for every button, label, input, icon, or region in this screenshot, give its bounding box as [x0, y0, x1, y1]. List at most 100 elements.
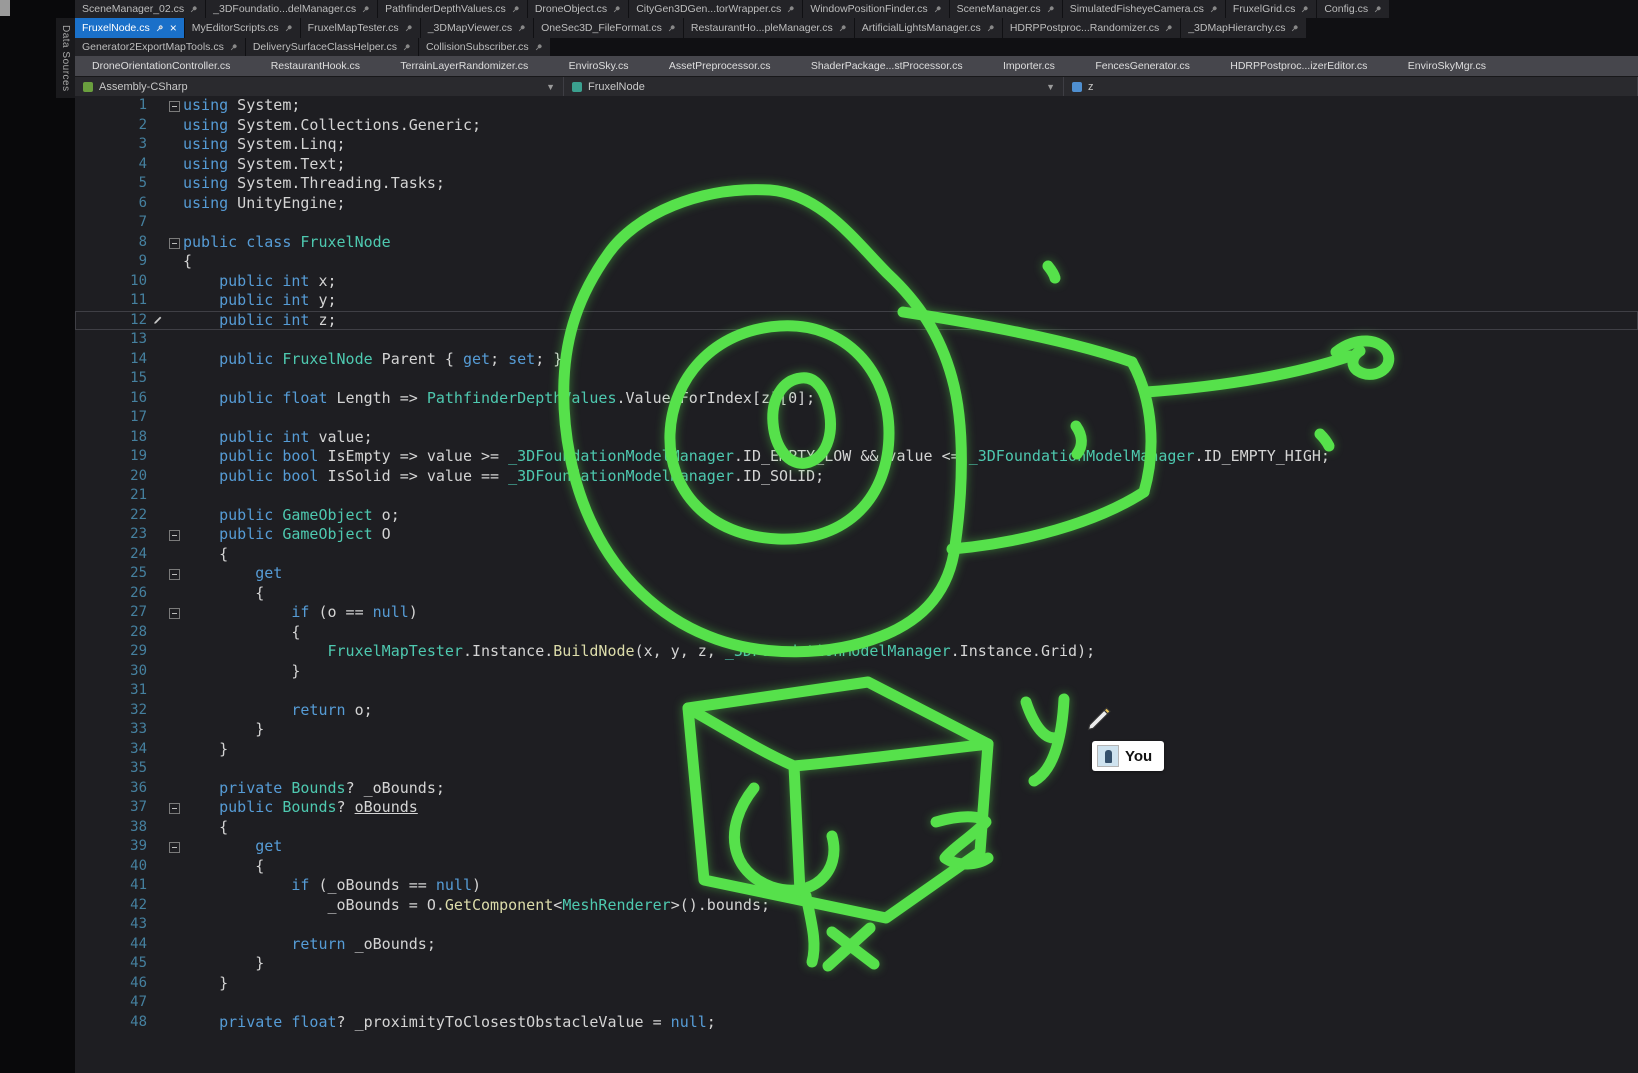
code-line[interactable]: 48 private float? _proximityToClosestObs…	[75, 1013, 1638, 1033]
pin-icon[interactable]	[612, 5, 621, 14]
code-line[interactable]: 21	[75, 486, 1638, 506]
code-line[interactable]: 42 _oBounds = O.GetComponent<MeshRendere…	[75, 896, 1638, 916]
project-dropdown[interactable]: Assembly-CSharp ▼	[75, 77, 564, 96]
tab-scenemanager-02-cs[interactable]: SceneManager_02.cs	[75, 0, 205, 18]
pin-icon[interactable]	[511, 5, 520, 14]
code-line[interactable]: 38 {	[75, 818, 1638, 838]
pin-icon[interactable]	[404, 24, 413, 33]
tab-envirosky-cs[interactable]: EnviroSky.cs	[562, 56, 636, 76]
tab-fencesgenerator-cs[interactable]: FencesGenerator.cs	[1088, 56, 1197, 76]
tab-fruxelnode-cs[interactable]: FruxelNode.cs×	[75, 18, 184, 38]
code-line[interactable]: 24 {	[75, 545, 1638, 565]
code-line[interactable]: 5using System.Threading.Tasks;	[75, 174, 1638, 194]
tab-generator2exportmaptools-cs[interactable]: Generator2ExportMapTools.cs	[75, 38, 245, 56]
tab-droneorientationcontroller-cs[interactable]: DroneOrientationController.cs	[85, 56, 237, 76]
code-line[interactable]: 29 FruxelMapTester.Instance.BuildNode(x,…	[75, 642, 1638, 662]
code-line[interactable]: 26 {	[75, 584, 1638, 604]
type-dropdown[interactable]: FruxelNode ▼	[564, 77, 1064, 96]
code-line[interactable]: 25 get	[75, 564, 1638, 584]
pin-icon[interactable]	[284, 24, 293, 33]
code-line[interactable]: 28 {	[75, 623, 1638, 643]
chevron-down-icon[interactable]: ▼	[546, 82, 555, 92]
code-line[interactable]: 4using System.Text;	[75, 155, 1638, 175]
fold-marker[interactable]	[167, 603, 183, 623]
fold-marker[interactable]	[167, 525, 183, 545]
code-line[interactable]: 7	[75, 213, 1638, 233]
tab-importer-cs[interactable]: Importer.cs	[996, 56, 1062, 76]
code-line[interactable]: 43	[75, 915, 1638, 935]
member-dropdown[interactable]: z	[1064, 77, 1638, 96]
code-line[interactable]: 11 public int y;	[75, 291, 1638, 311]
tab-deliverysurfaceclasshelper-cs[interactable]: DeliverySurfaceClassHelper.cs	[246, 38, 418, 56]
pin-icon[interactable]	[361, 5, 370, 14]
fold-marker[interactable]	[167, 798, 183, 818]
code-line[interactable]: 19 public bool IsEmpty => value >= _3DFo…	[75, 447, 1638, 467]
pin-icon[interactable]	[517, 24, 526, 33]
pin-icon[interactable]	[1373, 5, 1382, 14]
tab-onesec3d-fileformat-cs[interactable]: OneSec3D_FileFormat.cs	[534, 18, 683, 38]
code-line[interactable]: 8public class FruxelNode	[75, 233, 1638, 253]
fold-marker[interactable]	[167, 233, 183, 253]
code-line[interactable]: 46 }	[75, 974, 1638, 994]
code-line[interactable]: 13	[75, 330, 1638, 350]
fold-marker[interactable]	[167, 837, 183, 857]
pin-icon[interactable]	[1290, 24, 1299, 33]
code-line[interactable]: 47	[75, 993, 1638, 1013]
code-line[interactable]: 18 public int value;	[75, 428, 1638, 448]
code-line[interactable]: 33 }	[75, 720, 1638, 740]
tab-myeditorscripts-cs[interactable]: MyEditorScripts.cs	[185, 18, 300, 38]
tab-hdrppostproc-randomizer-cs[interactable]: HDRPPostproc...Randomizer.cs	[1003, 18, 1180, 38]
pin-icon[interactable]	[1046, 5, 1055, 14]
code-line[interactable]: 35	[75, 759, 1638, 779]
code-line[interactable]: 15	[75, 369, 1638, 389]
tab-enviroskymgr-cs[interactable]: EnviroSkyMgr.cs	[1401, 56, 1493, 76]
code-line[interactable]: 22 public GameObject o;	[75, 506, 1638, 526]
code-line[interactable]: 45 }	[75, 954, 1638, 974]
tab-windowpositionfinder-cs[interactable]: WindowPositionFinder.cs	[803, 0, 948, 18]
code-line[interactable]: 36 private Bounds? _oBounds;	[75, 779, 1638, 799]
code-editor[interactable]: 1using System;2using System.Collections.…	[75, 96, 1638, 1073]
code-line[interactable]: 37 public Bounds? oBounds	[75, 798, 1638, 818]
pin-icon[interactable]	[189, 5, 198, 14]
tab-fruxelmaptester-cs[interactable]: FruxelMapTester.cs	[301, 18, 420, 38]
pin-icon[interactable]	[402, 43, 411, 52]
tab-artificiallightsmanager-cs[interactable]: ArtificialLightsManager.cs	[855, 18, 1002, 38]
pin-icon[interactable]	[986, 24, 995, 33]
pin-icon[interactable]	[229, 43, 238, 52]
code-line[interactable]: 17	[75, 408, 1638, 428]
data-sources-tool-tab[interactable]: Data Sources	[56, 18, 75, 98]
tab-simulatedfisheyecamera-cs[interactable]: SimulatedFisheyeCamera.cs	[1063, 0, 1225, 18]
code-line[interactable]: 31	[75, 681, 1638, 701]
tab-restaurantho-plemanager-cs[interactable]: RestaurantHo...pleManager.cs	[684, 18, 854, 38]
chevron-down-icon[interactable]: ▼	[1046, 82, 1055, 92]
tab-citygen3dgen-torwrapper-cs[interactable]: CityGen3DGen...torWrapper.cs	[629, 0, 802, 18]
code-line[interactable]: 40 {	[75, 857, 1638, 877]
pin-icon[interactable]	[1164, 24, 1173, 33]
pin-icon[interactable]	[667, 24, 676, 33]
tab-assetpreprocessor-cs[interactable]: AssetPreprocessor.cs	[662, 56, 778, 76]
pin-icon[interactable]	[155, 24, 164, 33]
code-line[interactable]: 32 return o;	[75, 701, 1638, 721]
tab--3dfoundatio-delmanager-cs[interactable]: _3DFoundatio...delManager.cs	[206, 0, 377, 18]
pin-icon[interactable]	[786, 5, 795, 14]
code-line[interactable]: 3using System.Linq;	[75, 135, 1638, 155]
code-line[interactable]: 44 return _oBounds;	[75, 935, 1638, 955]
code-line[interactable]: 12 public int z;	[75, 311, 1638, 331]
pin-icon[interactable]	[1300, 5, 1309, 14]
code-line[interactable]: 16 public float Length => PathfinderDept…	[75, 389, 1638, 409]
pin-icon[interactable]	[534, 43, 543, 52]
tab-config-cs[interactable]: Config.cs	[1317, 0, 1389, 18]
tab-droneobject-cs[interactable]: DroneObject.cs	[528, 0, 628, 18]
code-line[interactable]: 39 get	[75, 837, 1638, 857]
code-line[interactable]: 6using UnityEngine;	[75, 194, 1638, 214]
code-line[interactable]: 20 public bool IsSolid => value == _3DFo…	[75, 467, 1638, 487]
pin-icon[interactable]	[933, 5, 942, 14]
code-line[interactable]: 27 if (o == null)	[75, 603, 1638, 623]
code-line[interactable]: 41 if (_oBounds == null)	[75, 876, 1638, 896]
code-line[interactable]: 34 }	[75, 740, 1638, 760]
tab-pathfinderdepthvalues-cs[interactable]: PathfinderDepthValues.cs	[378, 0, 527, 18]
code-line[interactable]: 2using System.Collections.Generic;	[75, 116, 1638, 136]
code-line[interactable]: 14 public FruxelNode Parent { get; set; …	[75, 350, 1638, 370]
close-icon[interactable]: ×	[170, 22, 177, 34]
tab-hdrppostproc-izereditor-cs[interactable]: HDRPPostproc...izerEditor.cs	[1223, 56, 1374, 76]
